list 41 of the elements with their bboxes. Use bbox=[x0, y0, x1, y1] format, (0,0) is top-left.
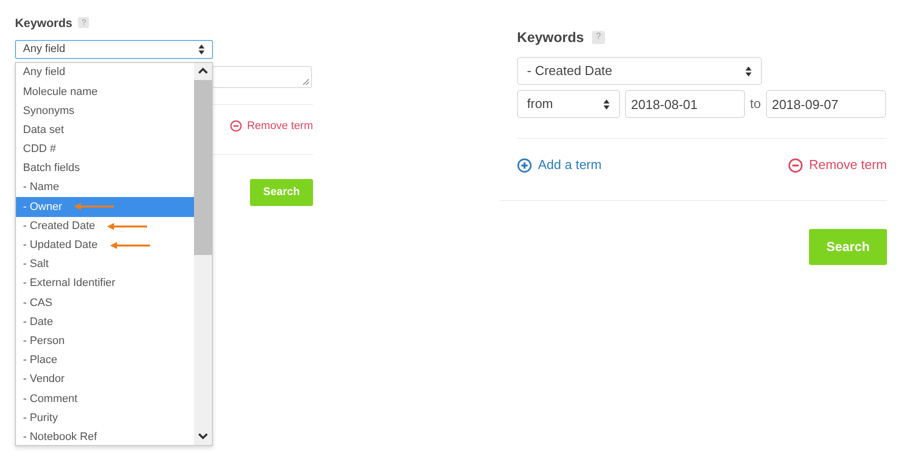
scroll-thumb[interactable] bbox=[194, 80, 212, 255]
dropdown-option[interactable]: - Updated Date bbox=[16, 236, 194, 255]
operator-select[interactable]: from bbox=[517, 90, 620, 118]
dropdown-option[interactable]: Batch fields bbox=[16, 158, 194, 178]
dropdown-option[interactable]: - Place bbox=[16, 350, 194, 370]
dropdown-option[interactable]: CDD # bbox=[16, 140, 194, 159]
dropdown-option[interactable]: - Created Date bbox=[16, 216, 194, 236]
field-select[interactable]: - Created Date bbox=[517, 57, 762, 85]
dropdown-option[interactable]: - Person bbox=[16, 332, 194, 351]
to-label: to bbox=[750, 95, 761, 114]
field-select[interactable]: Any field bbox=[15, 40, 213, 59]
updown-arrows-icon bbox=[198, 44, 205, 55]
dropdown-option[interactable]: Data set bbox=[16, 120, 194, 140]
dropdown-option[interactable]: - CAS bbox=[16, 293, 194, 312]
scroll-up-icon[interactable] bbox=[198, 67, 208, 74]
minus-circle-icon bbox=[788, 158, 803, 172]
updown-arrows-icon bbox=[745, 66, 752, 76]
resize-handle-icon bbox=[303, 79, 309, 85]
to-date-field[interactable]: 2018-09-07 bbox=[766, 90, 886, 118]
dropdown-option[interactable]: Synonyms bbox=[16, 101, 194, 121]
dropdown-option[interactable]: - Date bbox=[16, 312, 194, 332]
updown-arrows-icon bbox=[603, 98, 610, 110]
dropdown-option[interactable]: - Comment bbox=[16, 389, 194, 408]
add-term-link[interactable]: Add a term bbox=[517, 156, 602, 174]
dropdown-option[interactable]: - Name bbox=[16, 178, 194, 198]
scroll-down-icon[interactable] bbox=[198, 433, 208, 440]
remove-term-link[interactable]: Remove term bbox=[230, 118, 313, 134]
minus-circle-icon bbox=[230, 120, 242, 132]
heading: Keywords bbox=[517, 28, 584, 47]
dropdown-option[interactable]: - Notebook Ref bbox=[16, 428, 194, 447]
dropdown-option[interactable]: Molecule name bbox=[16, 82, 194, 102]
heading: Keywords bbox=[15, 14, 72, 32]
dropdown-option[interactable]: - Purity bbox=[16, 408, 194, 428]
remove-term-link[interactable]: Remove term bbox=[788, 156, 887, 174]
from-date-field[interactable]: 2018-08-01 bbox=[625, 90, 745, 118]
dropdown-option[interactable]: Any field bbox=[16, 63, 194, 82]
dropdown-option[interactable]: - External Identifier bbox=[16, 274, 194, 294]
scrollbar[interactable] bbox=[194, 63, 212, 445]
dropdown-option[interactable]: - Salt bbox=[16, 254, 194, 274]
plus-circle-icon bbox=[517, 158, 532, 172]
dropdown-option[interactable]: - Vendor bbox=[16, 370, 194, 390]
